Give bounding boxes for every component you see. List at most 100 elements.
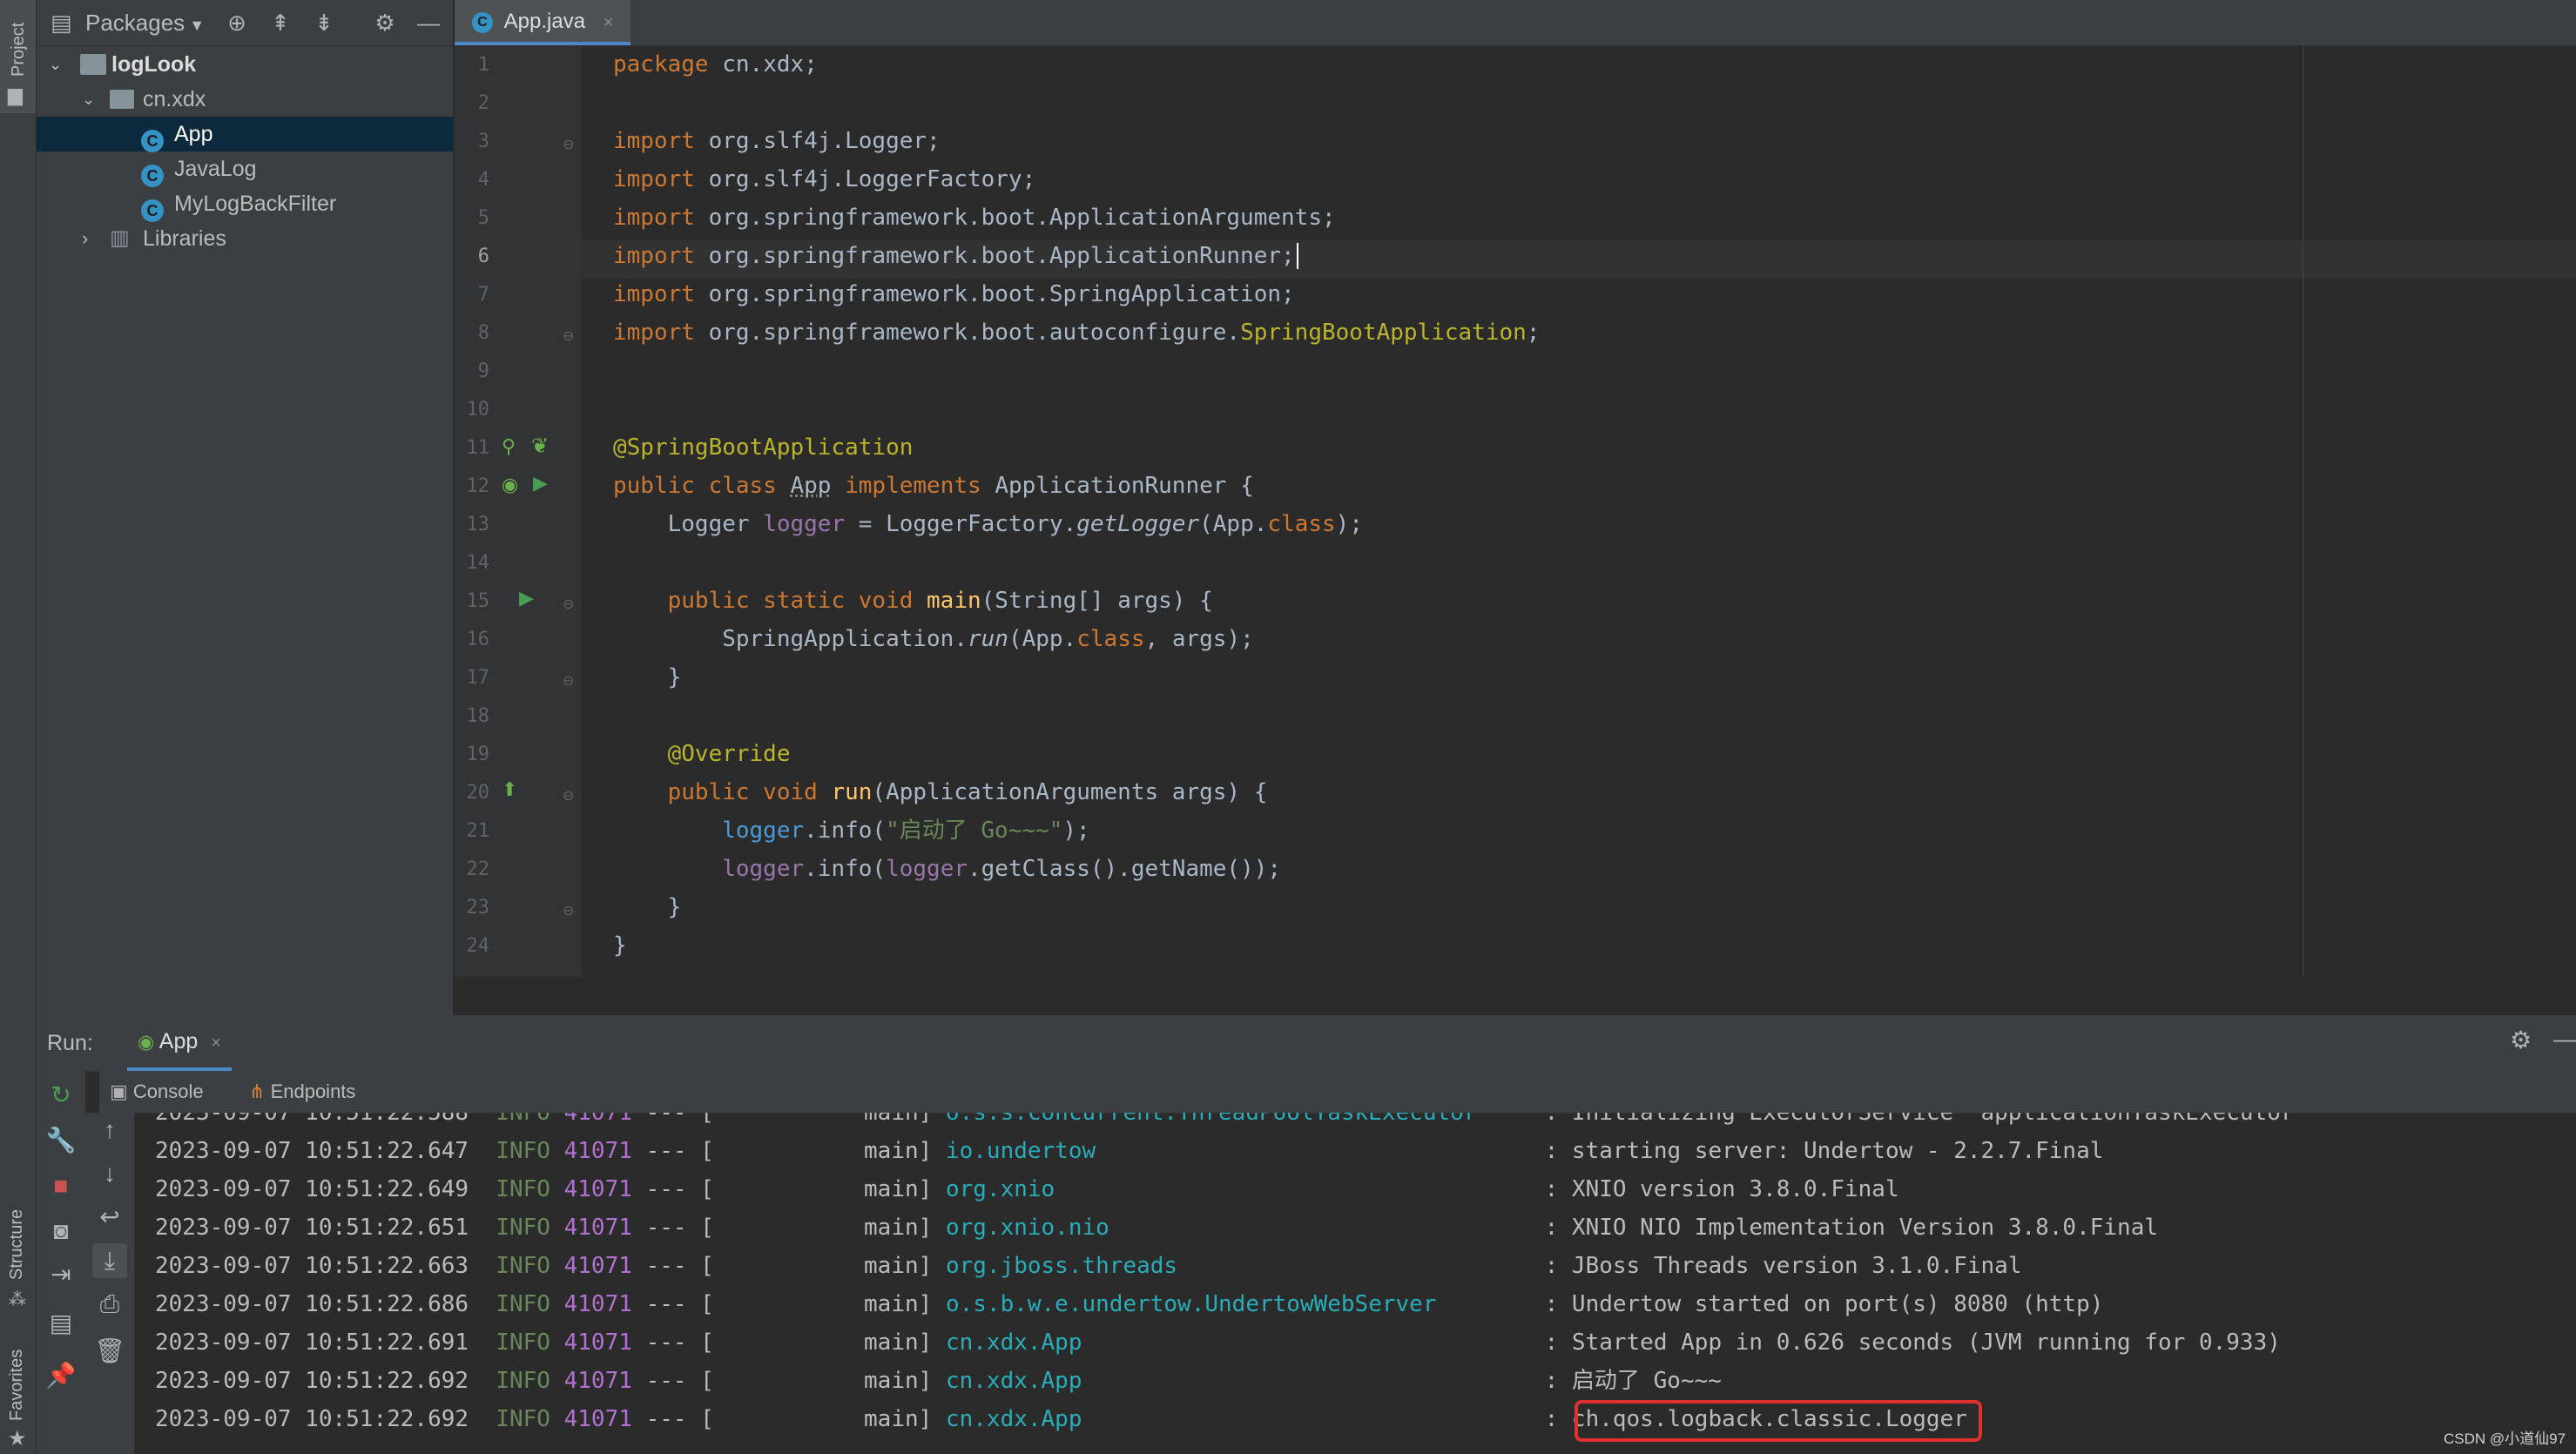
fold-marker-icon[interactable]: ⊖ bbox=[563, 902, 574, 919]
minimize-icon[interactable]: — bbox=[2553, 1026, 2576, 1053]
view-selector-dropdown[interactable]: Packages ▼ bbox=[85, 0, 205, 45]
structure-tool-button[interactable]: Structure ⁂ bbox=[0, 1184, 36, 1315]
implements-method-icon[interactable]: ⬆ bbox=[502, 778, 517, 801]
camera-icon[interactable]: ◙ bbox=[44, 1214, 78, 1249]
spring-run-icon: ◉ bbox=[138, 1031, 155, 1053]
gear-icon[interactable]: ⚙ bbox=[371, 9, 399, 37]
line-number: 11 bbox=[466, 437, 490, 459]
log-line: 2023-09-07 10:51:22.692 INFO 41071 --- [… bbox=[155, 1368, 1722, 1394]
line-number: 2 bbox=[477, 92, 489, 114]
line-number: 14 bbox=[466, 552, 490, 574]
wrench-icon[interactable]: 🔧 bbox=[44, 1123, 78, 1158]
expand-all-icon[interactable]: ⇞ bbox=[266, 9, 294, 37]
code-line-7: import org.springframework.boot.SpringAp… bbox=[613, 281, 1295, 307]
tree-item-mylogbackfilter[interactable]: C MyLogBackFilter bbox=[37, 186, 453, 223]
view-selector-label: Packages bbox=[85, 10, 185, 36]
log-line: 2023-09-07 10:51:22.686 INFO 41071 --- [… bbox=[155, 1291, 2104, 1317]
text-cursor bbox=[1296, 243, 1298, 269]
code-line-24: } bbox=[613, 932, 627, 959]
exit-icon[interactable]: ⇥ bbox=[44, 1257, 78, 1292]
code-line-15: public static void main(String[] args) { bbox=[613, 588, 1213, 614]
locate-icon[interactable]: ⊕ bbox=[223, 9, 251, 37]
code-line-11: @SpringBootApplication bbox=[613, 434, 914, 461]
fold-marker-icon[interactable]: ⊖ bbox=[563, 596, 574, 613]
tree-item-javalog[interactable]: C JavaLog bbox=[37, 151, 453, 188]
line-number: 12 bbox=[466, 475, 490, 497]
code-line-13: Logger logger = LoggerFactory.getLogger(… bbox=[613, 511, 1363, 537]
tree-item-label: logLook bbox=[111, 52, 197, 77]
run-subtabs: ▣ Console ⋔ Endpoints bbox=[99, 1071, 2576, 1114]
code-line-6: import org.springframework.boot.Applicat… bbox=[613, 237, 1298, 275]
line-number: 18 bbox=[466, 705, 490, 727]
fold-marker-icon[interactable]: ⊖ bbox=[563, 327, 574, 345]
print-icon[interactable]: ⎙ bbox=[92, 1287, 127, 1322]
line-number: 8 bbox=[477, 322, 489, 344]
chevron-down-icon: ▼ bbox=[185, 17, 206, 34]
close-icon[interactable]: × bbox=[604, 13, 614, 32]
chevron-right-icon[interactable]: › bbox=[82, 221, 88, 256]
fold-marker-icon[interactable]: ⊖ bbox=[563, 787, 574, 804]
left-tool-stripe: Project ▆ Structure ⁂ Favorites ★ bbox=[0, 0, 37, 1454]
run-toolbar-secondary: ↑ ↓ ↩ ⤓ ⎙ 🗑 bbox=[85, 1113, 135, 1454]
layout-icon[interactable]: ▤ bbox=[44, 1306, 78, 1341]
line-number: 1 bbox=[477, 54, 489, 76]
line-number: 23 bbox=[466, 897, 490, 919]
run-class-icon[interactable]: ▶ bbox=[533, 472, 548, 495]
fold-marker-icon[interactable]: ⊖ bbox=[563, 672, 574, 690]
line-number: 3 bbox=[477, 131, 489, 152]
tree-item-app[interactable]: C App bbox=[37, 117, 453, 153]
editor-gutter: 1 2 3 4 5 6 7 8 9 10 11 12 13 14 15 16 1… bbox=[455, 45, 582, 977]
code-line-22: logger.info(logger.getClass().getName())… bbox=[613, 856, 1282, 882]
chevron-down-icon[interactable]: ⌄ bbox=[82, 82, 95, 117]
code-line-23: } bbox=[613, 894, 682, 920]
arrow-up-icon[interactable]: ↑ bbox=[92, 1113, 127, 1148]
tree-item-label: App bbox=[174, 122, 213, 146]
run-tab-app[interactable]: ◉ App × bbox=[127, 1015, 232, 1071]
trash-icon[interactable]: 🗑 bbox=[92, 1334, 127, 1369]
code-line-8: import org.springframework.boot.autoconf… bbox=[613, 320, 1541, 346]
bean-search-icon[interactable]: ⚲ bbox=[502, 435, 516, 458]
libraries-icon: ▥ bbox=[110, 226, 130, 250]
code-line-5: import org.springframework.boot.Applicat… bbox=[613, 205, 1336, 231]
console-tab[interactable]: ▣ Console bbox=[110, 1071, 204, 1113]
code-editor[interactable]: ▲1⌃⌄ package cn.xdx; import org.slf4j.Lo… bbox=[582, 45, 2576, 977]
project-tool-button[interactable]: Project ▆ bbox=[0, 0, 36, 113]
arrow-down-icon[interactable]: ↓ bbox=[92, 1156, 127, 1191]
run-main-icon[interactable]: ▶ bbox=[519, 587, 534, 609]
line-number: 6 bbox=[477, 246, 489, 267]
log-line: 2023-09-07 10:51:22.691 INFO 41071 --- [… bbox=[155, 1329, 2281, 1356]
chevron-down-icon[interactable]: ⌄ bbox=[49, 47, 62, 82]
fold-marker-icon[interactable]: ⊖ bbox=[563, 136, 574, 153]
tab-app-java[interactable]: C App.java × bbox=[455, 0, 631, 45]
close-icon[interactable]: × bbox=[211, 1033, 221, 1053]
endpoints-tab[interactable]: ⋔ Endpoints bbox=[249, 1071, 355, 1113]
rerun-icon[interactable]: ↻ bbox=[44, 1078, 78, 1113]
code-line-20: public void run(ApplicationArguments arg… bbox=[613, 779, 1268, 805]
scroll-to-end-icon[interactable]: ⤓ bbox=[92, 1243, 127, 1278]
log-line: 2023-09-07 10:51:22.647 INFO 41071 --- [… bbox=[155, 1138, 2104, 1164]
project-panel: ▤ Packages ▼ ⊕ ⇞ ⇟ ⚙ — ⌄ logLook ⌄ cn.xd… bbox=[37, 0, 453, 1015]
line-number: 20 bbox=[466, 782, 490, 804]
tree-item-cn-xdx[interactable]: ⌄ cn.xdx bbox=[37, 82, 453, 117]
tree-item-libraries[interactable]: › ▥ Libraries bbox=[37, 221, 453, 256]
packages-view-icon: ▤ bbox=[51, 10, 72, 36]
tree-item-loglook[interactable]: ⌄ logLook bbox=[37, 47, 453, 82]
collapse-all-icon[interactable]: ⇟ bbox=[310, 9, 338, 37]
line-number: 21 bbox=[466, 820, 490, 842]
minimize-icon[interactable]: — bbox=[415, 9, 442, 37]
gear-icon[interactable]: ⚙ bbox=[2510, 1026, 2532, 1054]
pin-icon[interactable]: 📌 bbox=[44, 1358, 78, 1393]
stop-icon[interactable]: ■ bbox=[44, 1168, 78, 1203]
tree-item-label: Libraries bbox=[143, 226, 226, 251]
favorites-tool-button[interactable]: Favorites ★ bbox=[0, 1332, 36, 1454]
package-icon bbox=[110, 90, 134, 109]
console-output[interactable]: 2023-09-07 10:51:22.588 INFO 41071 --- [… bbox=[136, 1113, 2576, 1454]
spring-bean-icon[interactable]: ◉ bbox=[502, 474, 518, 496]
log-line: 2023-09-07 10:51:22.649 INFO 41071 --- [… bbox=[155, 1176, 1899, 1202]
project-tool-label: Project bbox=[9, 22, 28, 77]
editor-area: C App.java × 1 2 3 4 5 6 7 8 9 10 11 12 … bbox=[455, 0, 2576, 977]
soft-wrap-icon[interactable]: ↩ bbox=[92, 1200, 127, 1235]
spring-leaf-icon[interactable]: ❦ bbox=[531, 434, 549, 459]
code-line-1: package cn.xdx; bbox=[613, 51, 818, 77]
tab-title: App.java bbox=[503, 10, 586, 33]
